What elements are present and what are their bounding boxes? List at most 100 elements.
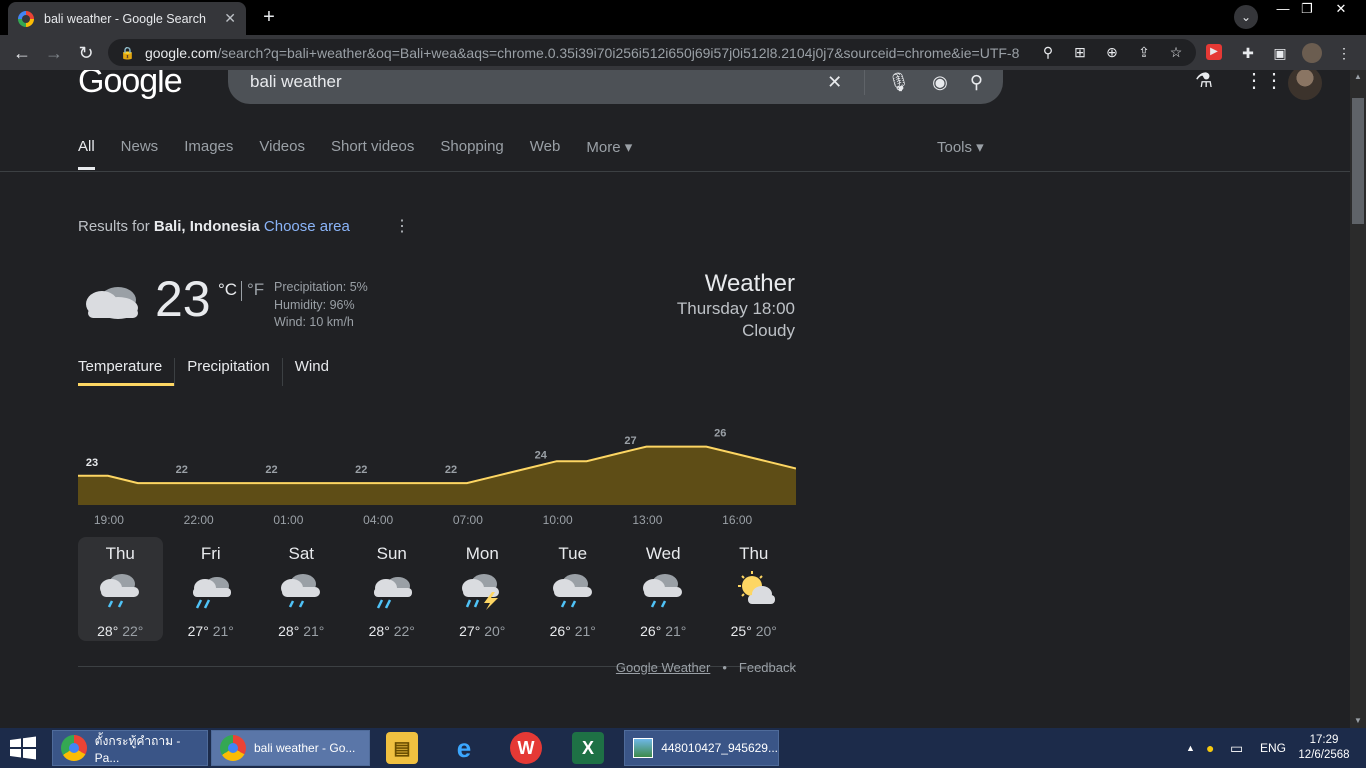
day-name: Wed [645, 544, 681, 563]
extension-red-icon[interactable]: ▶ [1206, 44, 1222, 60]
day-name: Mon [465, 544, 499, 563]
new-tab-button[interactable]: + [258, 7, 280, 29]
lens-camera-icon[interactable]: ◉ [932, 72, 948, 93]
metric-tabs: Temperature Precipitation Wind [78, 358, 341, 386]
daily-forecast: Thu 28° 22° Fri 27° 21° Sat 28° 21° Sun … [78, 537, 796, 641]
data-label: 23 [86, 457, 98, 469]
fahrenheit-toggle[interactable]: °F [247, 280, 264, 300]
forward-button[interactable]: → [38, 37, 70, 69]
high-temp: 28° [278, 623, 300, 639]
data-label: 22 [176, 464, 188, 476]
data-label: 24 [535, 450, 548, 462]
language-indicator[interactable]: ENG [1260, 728, 1286, 768]
tab-web[interactable]: Web [530, 138, 561, 170]
day-name: Thu [105, 544, 135, 563]
taskbar-clock[interactable]: 17:29 12/6/2568 [1296, 733, 1352, 763]
address-bar[interactable]: 🔒 google.com /search?q=bali+weather&oq=B… [108, 39, 1196, 66]
forecast-day[interactable]: Mon 27° 20° [440, 537, 525, 641]
tab-search-button[interactable]: ⌄ [1234, 5, 1258, 29]
clear-icon[interactable]: ✕ [827, 72, 842, 93]
tab-strip: bali weather - Google Search ✕ + ⌄ — ❐ ✕ [0, 0, 1366, 35]
chrome-menu-icon[interactable]: ⋮ [1334, 43, 1354, 63]
weather-footer: Google Weather • Feedback [616, 660, 796, 675]
scroll-thumb[interactable] [1352, 98, 1364, 224]
side-panel-icon[interactable]: ▣ [1270, 43, 1290, 63]
forecast-day[interactable]: Sat 28° 21° [259, 537, 344, 641]
low-temp: 20° [484, 623, 506, 639]
tab-news[interactable]: News [121, 138, 159, 170]
forecast-day[interactable]: Sun 28° 22° [350, 537, 435, 641]
google-weather-link[interactable]: Google Weather [616, 660, 710, 675]
taskbar-app-chrome-2[interactable]: bali weather - Go... [211, 730, 370, 766]
browser-tab[interactable]: bali weather - Google Search ✕ [8, 2, 246, 35]
more-options-icon[interactable]: ⋮ [394, 216, 410, 236]
translate-icon[interactable]: ⊞ [1070, 42, 1090, 62]
choose-area-link[interactable]: Choose area [264, 218, 350, 235]
partly-cloudy-icon [737, 571, 775, 604]
high-temp: 27° [187, 623, 209, 639]
tab-wind[interactable]: Wind [281, 358, 341, 386]
forecast-day[interactable]: Thu 28° 22° [78, 537, 163, 641]
profile-avatar-icon[interactable] [1302, 43, 1322, 63]
low-temp: 22° [393, 623, 415, 639]
zoom-icon[interactable]: ⊕ [1102, 42, 1122, 62]
internet-explorer-icon[interactable]: e [448, 732, 480, 764]
windows-start-icon[interactable] [8, 736, 38, 760]
taskbar-app-photos[interactable]: 448010427_945629... [624, 730, 779, 766]
avatar[interactable] [1288, 70, 1322, 100]
reload-button[interactable]: ↻ [70, 37, 102, 69]
celsius-toggle[interactable]: °C [218, 280, 237, 300]
sun-rain-cloud-icon [192, 577, 231, 609]
network-icon[interactable]: ▭ [1230, 728, 1243, 768]
x-tick-label: 04:00 [363, 513, 393, 527]
low-temp: 20° [755, 623, 777, 639]
forecast-day[interactable]: Wed 26° 21° [621, 537, 706, 641]
tools-button[interactable]: Tools ▾ [937, 138, 984, 156]
location-icon[interactable]: ⚲ [1038, 42, 1058, 62]
bookmark-star-icon[interactable]: ☆ [1166, 42, 1186, 62]
restore-button[interactable]: ❐ [1292, 0, 1322, 20]
x-tick-label: 07:00 [453, 513, 483, 527]
tab-images[interactable]: Images [184, 138, 233, 170]
lock-icon[interactable]: 🔒 [120, 46, 135, 60]
data-label: 22 [445, 464, 457, 476]
x-tick-label: 16:00 [722, 513, 752, 527]
forecast-day[interactable]: Thu 25° 20° [712, 537, 797, 641]
taskbar-app-chrome-1[interactable]: ตั้งกระทู้คำถาม - Pa... [52, 730, 208, 766]
back-button[interactable]: ← [6, 37, 38, 69]
tray-overflow-icon[interactable]: ▲ [1186, 728, 1195, 768]
tab-short-videos[interactable]: Short videos [331, 138, 414, 170]
weather-time: Thursday 18:00 [676, 299, 795, 318]
google-logo[interactable]: Google [78, 70, 183, 101]
tab-temperature[interactable]: Temperature [78, 358, 175, 386]
search-box[interactable]: bali weather ✕ 🎙 ◉ ⚲ [228, 70, 1003, 104]
extensions-puzzle-icon[interactable]: ✚ [1238, 43, 1258, 63]
apps-grid-icon[interactable]: ⋮⋮⋮ [1244, 70, 1304, 92]
forecast-day[interactable]: Fri 27° 21° [169, 537, 254, 641]
tab-more[interactable]: More ▾ [586, 138, 632, 170]
tab-all[interactable]: All [78, 138, 95, 170]
scroll-up-icon[interactable]: ▲ [1350, 70, 1366, 84]
share-icon[interactable]: ⇪ [1134, 42, 1154, 62]
close-window-button[interactable]: ✕ [1326, 0, 1356, 20]
scroll-down-icon[interactable]: ▼ [1350, 714, 1366, 728]
tray-app-icon[interactable]: ● [1206, 728, 1214, 768]
page-scrollbar[interactable]: ▲ ▼ [1350, 70, 1366, 728]
url-path: /search?q=bali+weather&oq=Bali+wea&aqs=c… [217, 44, 1020, 61]
feedback-link[interactable]: Feedback [739, 660, 796, 675]
temperature-chart: 23 22 22 22 22 24 27 26 19:00 22:00 01:00 04:00 07:0… [78, 428, 796, 527]
tab-videos[interactable]: Videos [259, 138, 305, 170]
tab-close-icon[interactable]: ✕ [224, 10, 236, 27]
search-icon[interactable]: ⚲ [970, 72, 983, 93]
excel-icon[interactable]: X [572, 732, 604, 764]
wps-office-icon[interactable]: W [510, 732, 542, 764]
file-explorer-icon[interactable]: ▤ [386, 732, 418, 764]
forecast-day[interactable]: Tue 26° 21° [531, 537, 616, 641]
search-query[interactable]: bali weather [250, 72, 342, 92]
tab-precipitation[interactable]: Precipitation [174, 358, 282, 386]
microphone-icon[interactable]: 🎙 [887, 72, 910, 93]
windows-taskbar: ตั้งกระทู้คำถาม - Pa... bali weather - G… [0, 728, 1366, 768]
x-tick-label: 10:00 [543, 513, 573, 527]
labs-flask-icon[interactable]: ⚗ [1192, 70, 1216, 92]
tab-shopping[interactable]: Shopping [440, 138, 503, 170]
